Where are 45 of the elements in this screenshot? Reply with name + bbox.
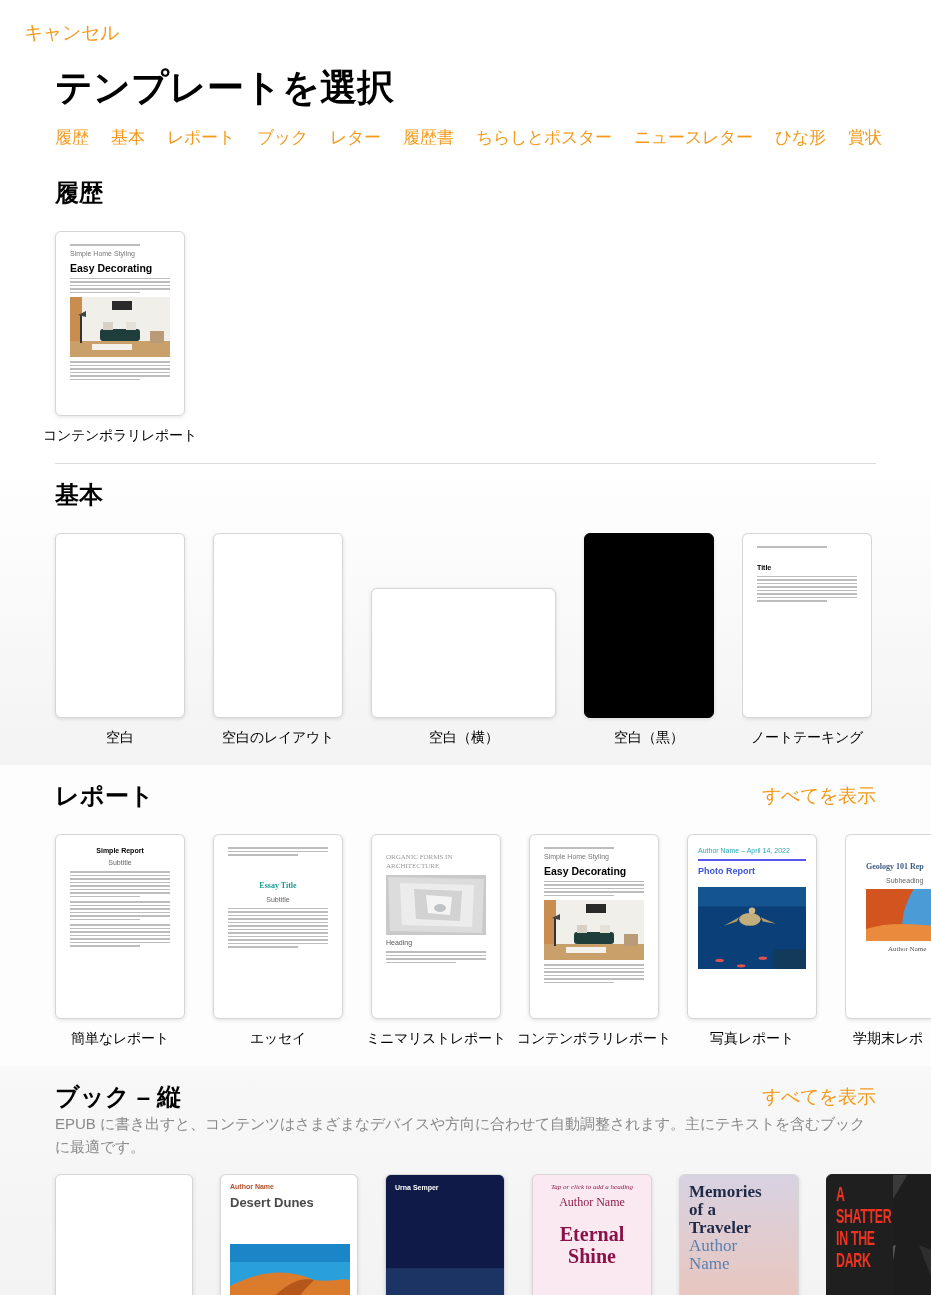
template-thumbnail[interactable]: Memories of a Traveler Author Name (679, 1174, 799, 1295)
category-tab[interactable]: ニュースレター (634, 128, 753, 148)
page-title: テンプレートを選択 (55, 66, 394, 110)
author-name: Author Name (689, 1237, 739, 1273)
cancel-link[interactable]: キャンセル (24, 22, 119, 44)
template-thumbnail[interactable]: A SHATTER IN THE DARK (826, 1174, 931, 1295)
show-all-link[interactable]: すべてを表示 (762, 784, 876, 808)
category-tab[interactable]: レポート (167, 128, 235, 148)
section-heading: レポート (55, 781, 154, 811)
book-title: Desert Dunes (230, 1195, 315, 1210)
template-name: 空白（横） (428, 728, 499, 747)
category-tab[interactable]: ちらしとポスター (476, 128, 612, 148)
section-heading: ブック – 縦 (55, 1082, 181, 1112)
book-title: Memories of a Traveler (689, 1183, 763, 1237)
template-name: コンテンポラリレポート (517, 1029, 671, 1048)
template-name: コンテンポラリレポート (43, 426, 197, 445)
section-description: EPUB に書き出すと、コンテンツはさまざまなデバイスや方向に合わせて自動調整されます。主にテキストを含むブックに最適です。 (55, 1114, 866, 1157)
template-name: エッセイ (250, 1029, 306, 1048)
show-all-link[interactable]: すべてを表示 (762, 1085, 876, 1109)
template-name: ミニマリストレポート (366, 1029, 506, 1048)
category-tab[interactable]: 履歴 (55, 128, 89, 148)
category-tab[interactable]: ひな形 (775, 128, 826, 148)
template-thumbnail[interactable] (584, 533, 714, 718)
category-tab[interactable]: 基本 (111, 128, 145, 148)
document-title: Geology 101 Rep (866, 861, 925, 873)
document-title: Easy Decorating (544, 864, 628, 877)
template-name: 空白（黒） (614, 728, 684, 747)
template-name: 空白のレイアウト (222, 728, 334, 747)
category-tab[interactable]: 賞状 (848, 128, 882, 148)
section-heading: 履歴 (55, 178, 103, 208)
template-name: 学期末レポ (853, 1029, 923, 1048)
section-heading: 基本 (55, 480, 103, 510)
category-tab[interactable]: レター (330, 128, 381, 148)
template-name: 空白 (106, 728, 134, 747)
document-title: Photo Report (698, 865, 756, 877)
template-name: 簡単なレポート (71, 1029, 169, 1048)
book-title: A SHATTER IN THE DARK (836, 1183, 893, 1271)
category-tab[interactable]: ブック (257, 128, 308, 148)
document-title: Easy Decorating (70, 261, 154, 274)
book-title: Eternal Shine (558, 1223, 626, 1267)
document-title: Essay Title (259, 879, 297, 892)
category-tab[interactable]: 履歴書 (403, 128, 454, 148)
template-name: ノートテーキング (751, 728, 863, 747)
author-name: Author Name (559, 1195, 625, 1209)
template-name: 写真レポート (710, 1029, 794, 1048)
